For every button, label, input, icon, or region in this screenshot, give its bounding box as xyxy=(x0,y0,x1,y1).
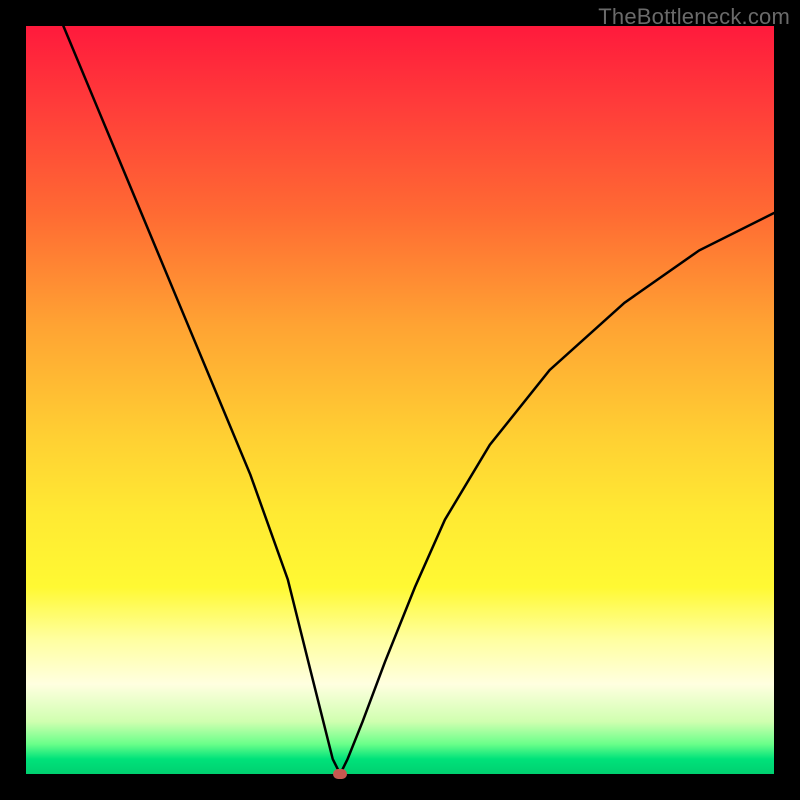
plot-area xyxy=(26,26,774,774)
optimal-point-marker xyxy=(333,769,347,779)
watermark-text: TheBottleneck.com xyxy=(598,4,790,30)
chart-frame: TheBottleneck.com xyxy=(0,0,800,800)
bottleneck-curve xyxy=(26,26,774,774)
